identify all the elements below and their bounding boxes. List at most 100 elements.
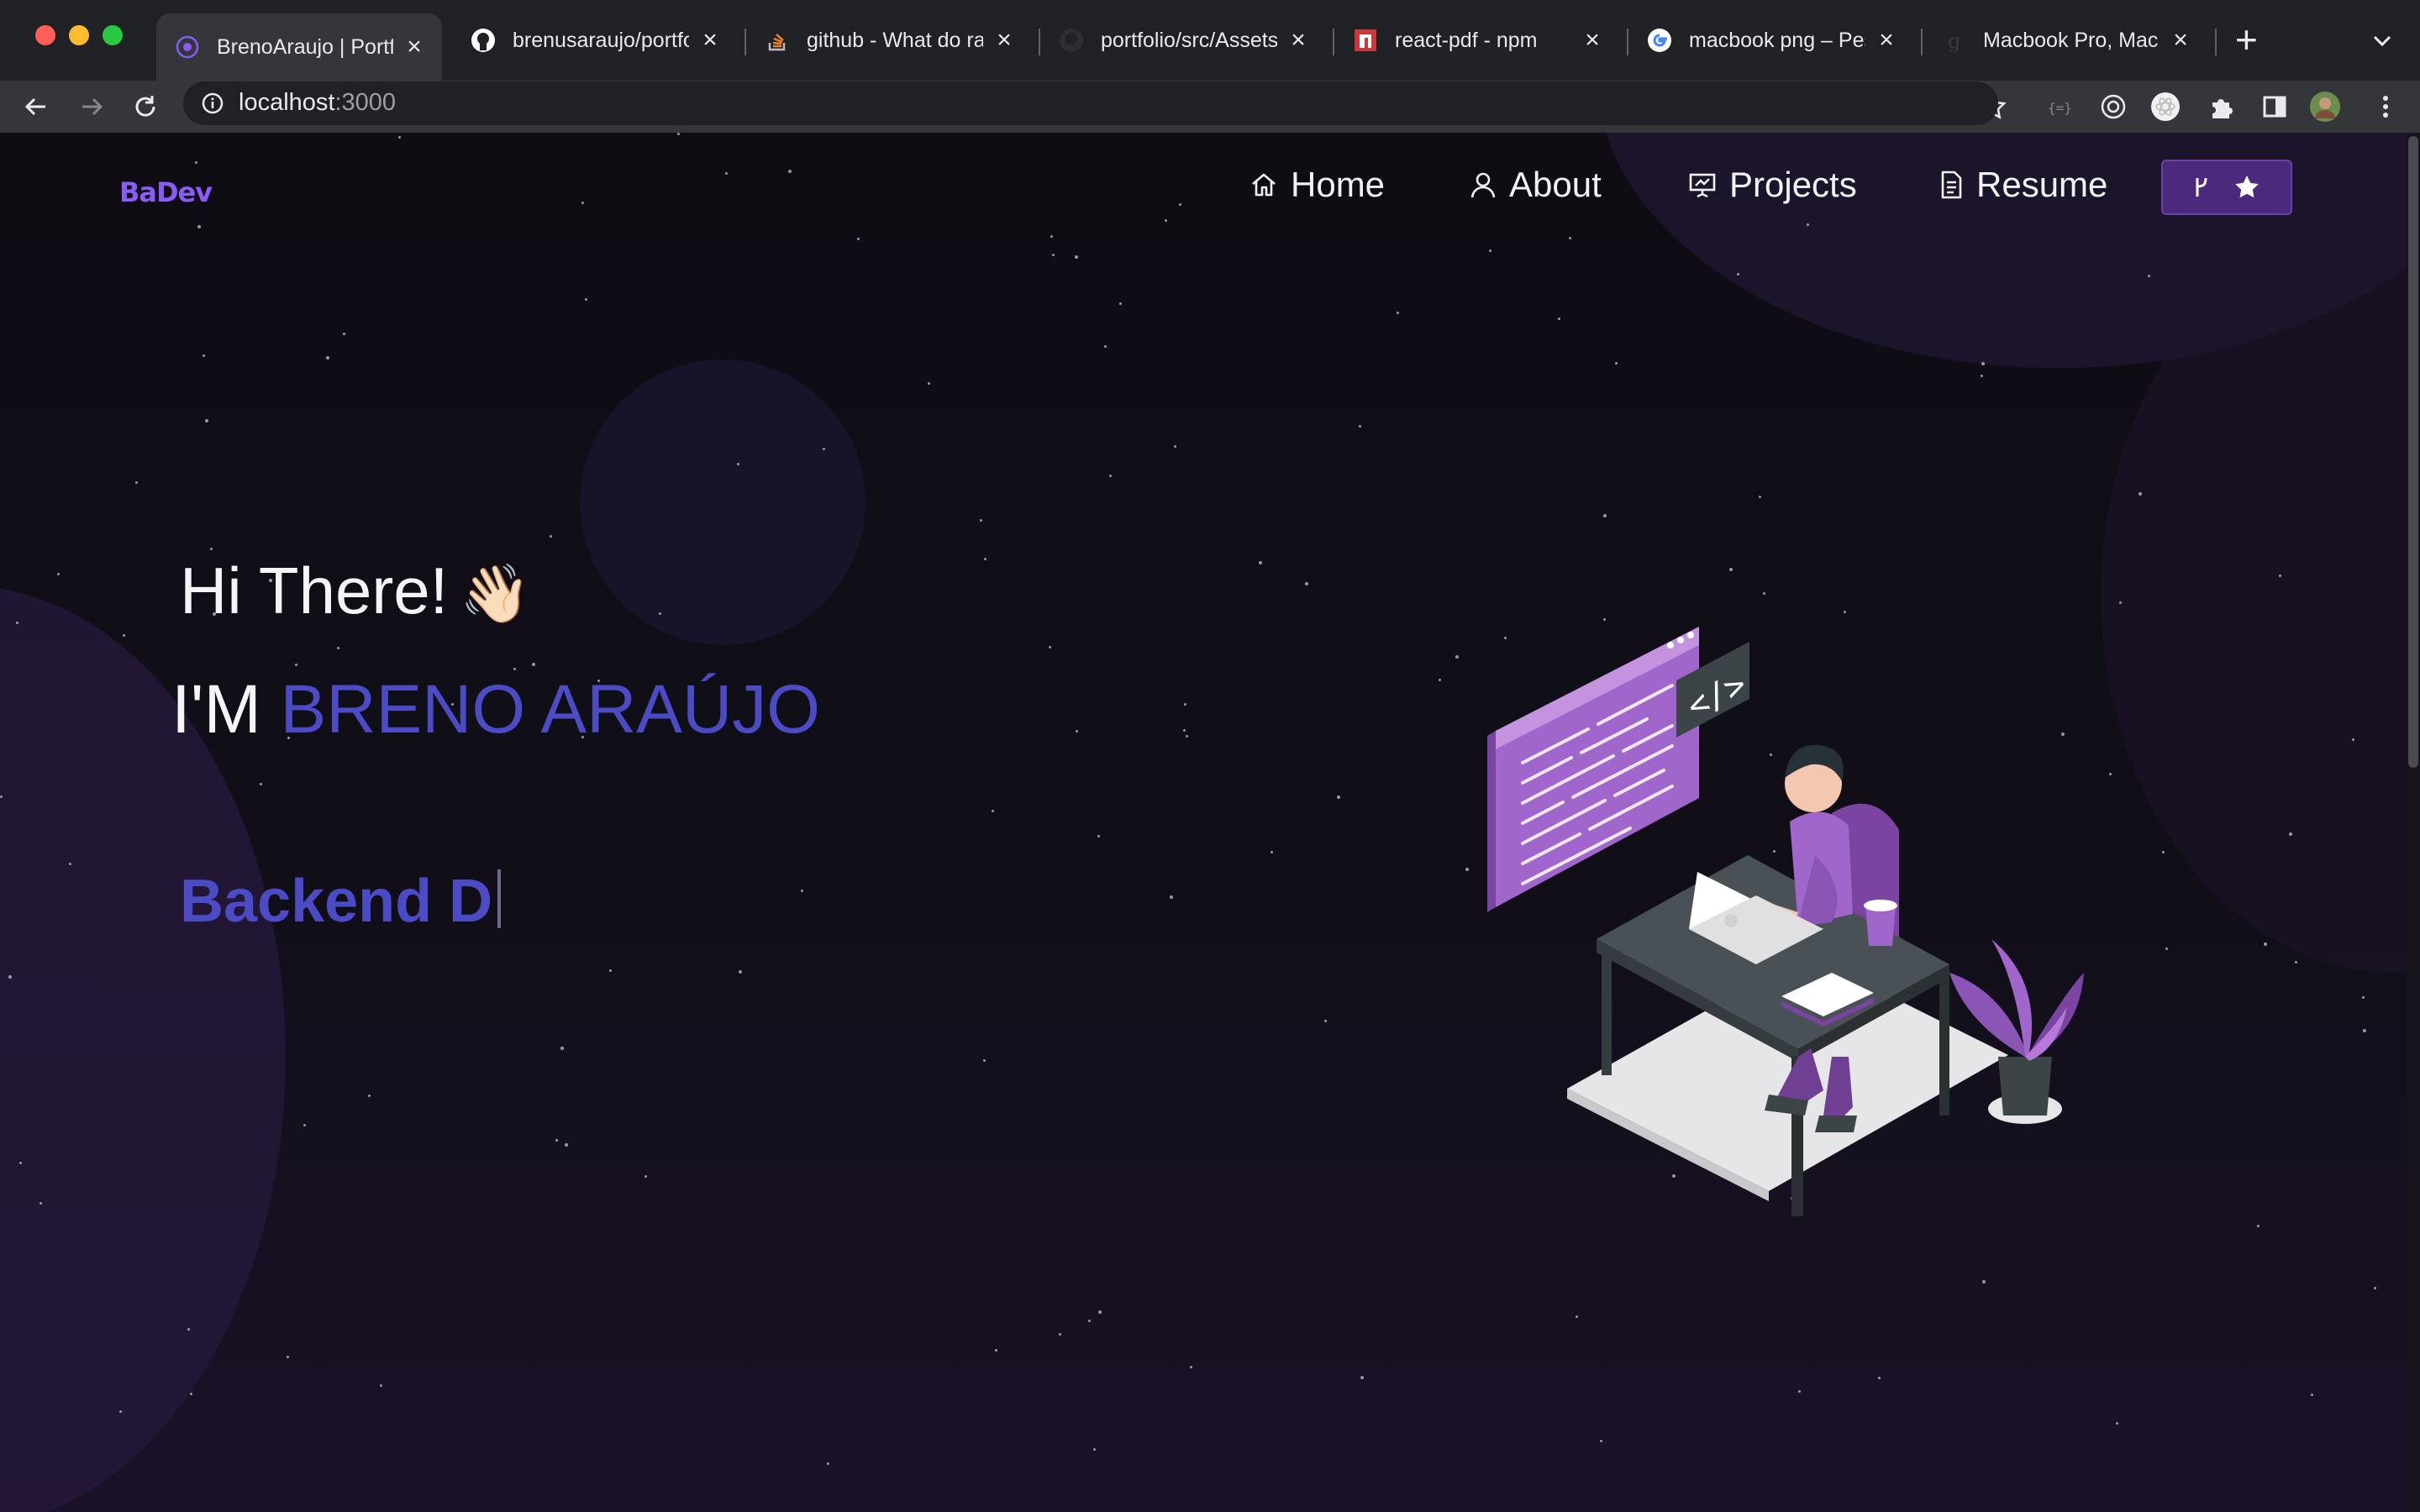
close-tab-icon[interactable]: × bbox=[1286, 26, 1311, 55]
profile-avatar-icon[interactable] bbox=[2309, 91, 2341, 123]
user-icon bbox=[1470, 172, 1496, 198]
nav-label: Resume bbox=[1976, 165, 2108, 204]
close-tab-icon[interactable]: × bbox=[402, 33, 427, 61]
star-dot bbox=[1807, 223, 1809, 226]
close-window-button[interactable] bbox=[35, 25, 55, 45]
extension-target-icon[interactable] bbox=[2097, 91, 2129, 123]
browser-tab-portfolio[interactable]: BrenoAraujo | Portfo × bbox=[156, 13, 442, 81]
nav-item-projects[interactable]: Projects bbox=[1687, 165, 1857, 205]
extensions-puzzle-icon[interactable] bbox=[2205, 91, 2237, 123]
nav-item-about[interactable]: About bbox=[1469, 165, 1602, 205]
back-arrow-icon[interactable] bbox=[20, 91, 52, 123]
tab-label: BrenoAraujo | Portfo bbox=[217, 34, 393, 59]
star-dot bbox=[2264, 942, 2267, 946]
star-dot bbox=[532, 663, 535, 666]
star-dot bbox=[983, 1059, 986, 1062]
close-tab-icon[interactable]: × bbox=[992, 26, 1017, 55]
tab-label: portfolio/src/Assets bbox=[1101, 28, 1277, 52]
nav-label: Projects bbox=[1729, 165, 1857, 204]
nav-item-home[interactable]: Home bbox=[1249, 165, 1385, 205]
browser-tab-google[interactable]: macbook png – Pes × bbox=[1628, 13, 1914, 67]
scrollbar-thumb[interactable] bbox=[2408, 136, 2418, 768]
star-dot bbox=[1360, 1376, 1364, 1379]
star-dot bbox=[203, 354, 205, 357]
star-dot bbox=[19, 1162, 22, 1164]
star-dot bbox=[380, 1384, 382, 1387]
star-dot bbox=[2279, 575, 2281, 577]
stackoverflow-icon bbox=[765, 28, 790, 53]
close-tab-icon[interactable]: × bbox=[2168, 26, 2193, 55]
star-dot bbox=[1184, 703, 1186, 706]
star-dot bbox=[1569, 237, 1571, 239]
star-dot bbox=[1049, 646, 1051, 648]
star-dot bbox=[1615, 362, 1618, 365]
star-dot bbox=[1270, 851, 1273, 853]
star-dot bbox=[1981, 375, 1983, 377]
typewriter-caret bbox=[497, 869, 502, 928]
extension-react-icon[interactable] bbox=[2149, 91, 2181, 123]
star-dot bbox=[57, 573, 60, 575]
site-logo[interactable]: BaDev bbox=[119, 176, 213, 208]
side-panel-icon[interactable] bbox=[2259, 91, 2291, 123]
browser-tab-npm[interactable]: react-pdf - npm × bbox=[1334, 13, 1620, 67]
star-dot bbox=[16, 622, 18, 624]
star-dot bbox=[992, 810, 994, 812]
github-star-button[interactable] bbox=[2161, 160, 2292, 215]
star-dot bbox=[980, 519, 982, 522]
address-bar[interactable]: localhost:3000 bbox=[183, 81, 1998, 125]
star-dot bbox=[857, 238, 860, 240]
google-icon bbox=[1647, 28, 1672, 53]
minimize-window-button[interactable] bbox=[69, 25, 89, 45]
star-dot bbox=[1337, 795, 1340, 799]
github-icon bbox=[471, 28, 496, 53]
browser-tab-github[interactable]: brenusaraujo/portfo × bbox=[452, 13, 738, 67]
star-dot bbox=[2289, 832, 2292, 836]
document-icon bbox=[1941, 171, 1962, 199]
maximize-window-button[interactable] bbox=[103, 25, 123, 45]
nav-item-resume[interactable]: Resume bbox=[1938, 165, 2107, 205]
star-dot bbox=[2162, 851, 2165, 853]
tab-separator bbox=[2215, 29, 2217, 55]
github-icon bbox=[1059, 28, 1084, 53]
new-tab-button[interactable]: + bbox=[2235, 20, 2258, 59]
star-dot bbox=[644, 1175, 647, 1178]
star-dot bbox=[1098, 1310, 1102, 1314]
close-tab-icon[interactable]: × bbox=[697, 26, 723, 55]
star-dot bbox=[135, 481, 138, 484]
hero-name: BRENO ARAÚJO bbox=[280, 671, 820, 748]
developer-illustration: </> bbox=[1487, 627, 2084, 1216]
forward-arrow-icon[interactable] bbox=[76, 91, 108, 123]
star-dot bbox=[1305, 582, 1308, 585]
star-dot bbox=[1183, 729, 1186, 732]
portfolio-favicon-icon bbox=[175, 34, 200, 60]
kebab-menu-icon[interactable] bbox=[2370, 91, 2402, 123]
star-dot bbox=[295, 664, 297, 666]
star-dot bbox=[739, 970, 742, 974]
star-dot bbox=[337, 647, 339, 649]
star-dot bbox=[827, 1462, 829, 1465]
star-dot bbox=[1170, 895, 1173, 899]
browser-tab-strip: BrenoAraujo | Portfo × brenusaraujo/port… bbox=[0, 0, 2420, 81]
close-tab-icon[interactable]: × bbox=[1874, 26, 1899, 55]
star-dot bbox=[287, 1356, 289, 1358]
site-info-icon[interactable] bbox=[200, 91, 225, 116]
star-icon bbox=[2235, 176, 2259, 198]
browser-tab-stackoverflow[interactable]: github - What do ra × bbox=[746, 13, 1032, 67]
browser-tab-github-assets[interactable]: portfolio/src/Assets × bbox=[1040, 13, 1326, 67]
close-tab-icon[interactable]: × bbox=[1580, 26, 1605, 55]
extension-code-icon[interactable]: {=} bbox=[2044, 91, 2075, 123]
tab-search-chevron-icon[interactable] bbox=[2370, 29, 2395, 54]
star-dot bbox=[2374, 1287, 2376, 1289]
star-dot bbox=[1982, 1280, 1986, 1284]
star-dot bbox=[1576, 1315, 1578, 1318]
star-dot bbox=[190, 1393, 192, 1395]
star-dot bbox=[69, 863, 71, 865]
browser-tab-macbook[interactable]: g Macbook Pro, Macb × bbox=[1923, 13, 2208, 67]
npm-icon bbox=[1353, 28, 1378, 53]
hero-name-heading: I'M BRENO ARAÚJO bbox=[171, 670, 820, 749]
tab-label: macbook png – Pes bbox=[1689, 28, 1865, 52]
star-dot bbox=[2363, 1029, 2366, 1032]
decorative-circle bbox=[580, 360, 865, 645]
reload-icon[interactable] bbox=[129, 91, 161, 123]
star-dot bbox=[659, 612, 661, 615]
